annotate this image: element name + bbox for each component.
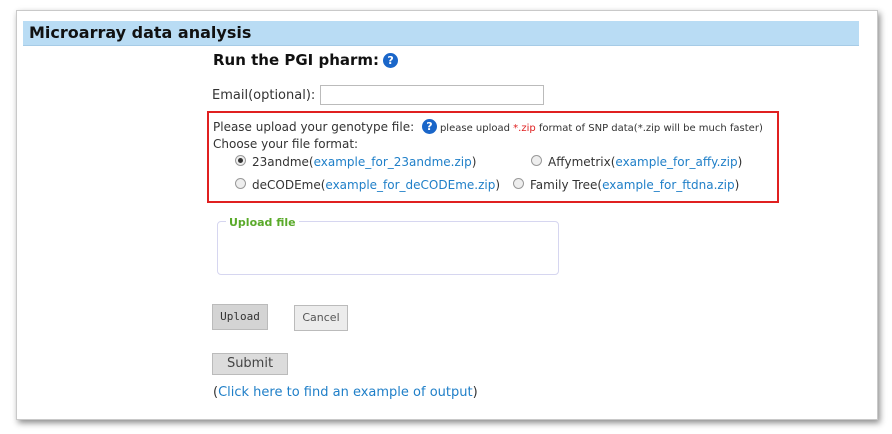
format-option-23andme[interactable]: 23andme(example_for_23andme.zip) <box>235 155 476 169</box>
upload-file-legend: Upload file <box>226 216 299 229</box>
format-tail: ) <box>734 178 740 192</box>
upload-file-fieldset[interactable]: Upload file <box>217 216 559 275</box>
output-close-paren: ) <box>472 385 478 400</box>
section-header: Microarray data analysis <box>23 21 859 46</box>
upload-prompt: Please upload your genotype file: <box>213 120 415 134</box>
choose-format-label: Choose your file format: <box>213 137 359 151</box>
example-link-23andme[interactable]: example_for_23andme.zip <box>314 155 472 169</box>
help-icon[interactable]: ? <box>383 53 399 68</box>
upload-button[interactable]: Upload <box>212 304 268 330</box>
format-tail: ) <box>495 178 501 192</box>
run-title-text: Run the PGI pharm: <box>213 51 380 69</box>
help-icon[interactable]: ? <box>421 119 437 134</box>
format-label: Family Tree( <box>530 178 603 192</box>
upload-hint: please upload *.zip format of SNP data(*… <box>440 123 763 134</box>
format-option-family-tree[interactable]: Family Tree(example_for_ftdna.zip) <box>513 178 739 192</box>
run-title: Run the PGI pharm:? <box>213 51 399 69</box>
upload-hint-prefix: please upload <box>439 123 514 134</box>
upload-prompt-line: Please upload your genotype file: ? pleas… <box>213 119 763 134</box>
format-label: deCODEme( <box>252 178 326 192</box>
format-option-affymetrix[interactable]: Affymetrix(example_for_affy.zip) <box>531 155 742 169</box>
radio-family-tree[interactable] <box>513 178 524 189</box>
format-tail: ) <box>737 155 743 169</box>
email-input[interactable] <box>320 85 544 105</box>
email-label: Email(optional): <box>212 88 316 103</box>
radio-affymetrix[interactable] <box>531 155 542 166</box>
format-label: Affymetrix( <box>548 155 616 169</box>
cancel-button[interactable]: Cancel <box>294 305 348 331</box>
example-output-line: (Click here to find an example of output… <box>213 385 478 400</box>
zip-extension: *.zip <box>513 123 536 134</box>
section-title: Microarray data analysis <box>29 23 252 42</box>
format-tail: ) <box>471 155 477 169</box>
format-label: 23andme( <box>252 155 314 169</box>
example-output-link[interactable]: Click here to find an example of output <box>218 385 473 400</box>
radio-23andme[interactable] <box>235 155 246 166</box>
genotype-upload-panel: Please upload your genotype file: ? pleas… <box>207 111 779 203</box>
example-link-affy[interactable]: example_for_affy.zip <box>615 155 737 169</box>
upload-hint-suffix: format of SNP data(*.zip will be much fa… <box>535 123 763 134</box>
radio-decodeme[interactable] <box>235 178 246 189</box>
format-option-decodeme[interactable]: deCODEme(example_for_deCODEme.zip) <box>235 178 500 192</box>
example-link-ftdna[interactable]: example_for_ftdna.zip <box>602 178 735 192</box>
app-window: Microarray data analysis Run the PGI pha… <box>16 10 878 420</box>
example-link-decodeme[interactable]: example_for_deCODEme.zip <box>325 178 495 192</box>
submit-button[interactable]: Submit <box>212 353 288 375</box>
